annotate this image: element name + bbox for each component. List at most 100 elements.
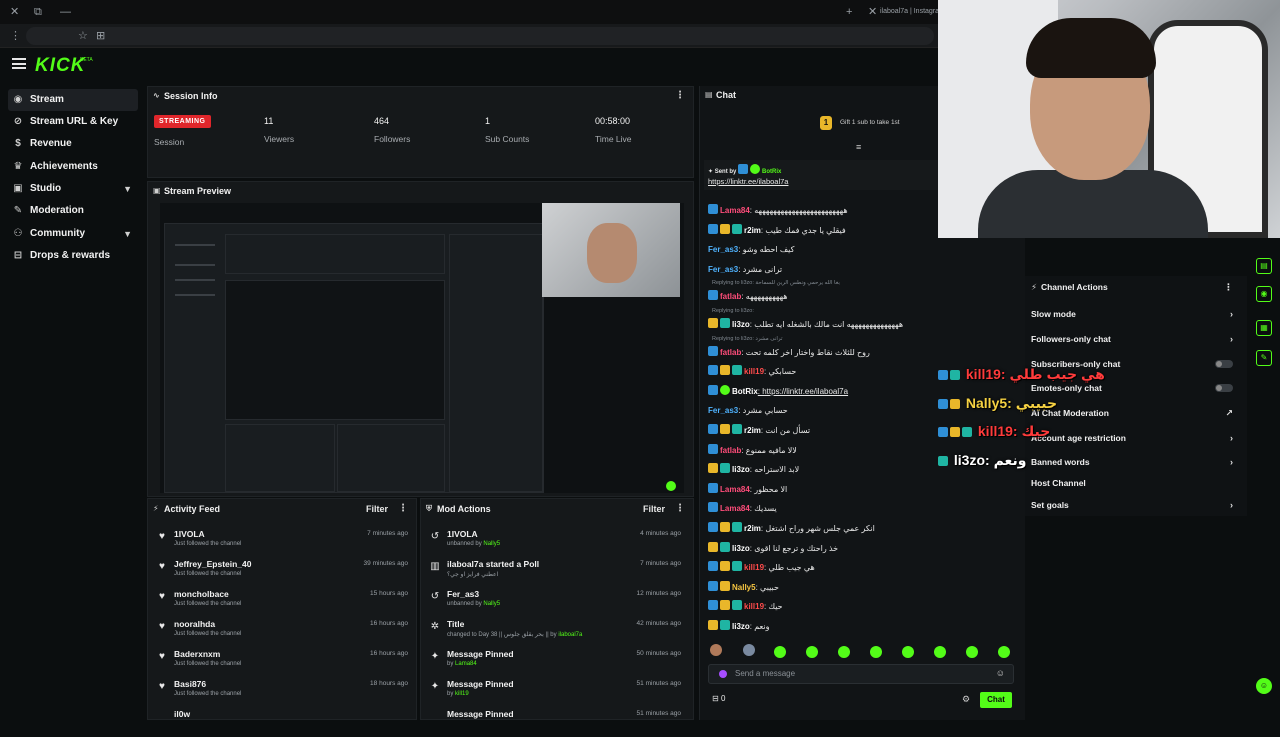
toggle-switch[interactable] (1215, 384, 1233, 392)
sidebar-item-stream[interactable]: ◉ Stream (8, 89, 138, 111)
chat-username[interactable]: r2im (744, 226, 761, 235)
mod-item[interactable]: ✦ Message Pinned by Lama84 50 minutes ago (421, 647, 691, 677)
mod-item[interactable]: ↺ Fer_as3 unbanned by Nally5 12 minutes ago (421, 587, 691, 617)
emote-icon[interactable] (806, 646, 818, 658)
sidebar-item-stream-url[interactable]: ⊘ Stream URL & Key (8, 111, 138, 133)
activity-item[interactable]: ♥ moncholbace Just followed the channel 15 … (148, 587, 418, 617)
pinned-link[interactable]: https://linktr.ee/ilaboal7a (708, 177, 788, 186)
star-icon[interactable]: ☆ (78, 24, 88, 48)
host-channel-item[interactable]: Host Channel (1031, 472, 1241, 494)
set-goals-item[interactable]: Set goals › (1031, 494, 1241, 516)
chat-username[interactable]: fatlab (720, 446, 741, 455)
extension-icon[interactable]: ⊞ (96, 24, 105, 48)
emote-icon[interactable] (934, 646, 946, 658)
chat-username[interactable]: li3zo (732, 622, 750, 631)
chat-username[interactable]: kill19 (744, 602, 764, 611)
emote-icon[interactable] (838, 646, 850, 658)
sidebar-item-revenue[interactable]: $ Revenue (8, 133, 138, 155)
chat-message[interactable]: Fer_as3: كيف احطه وشو (708, 242, 1018, 258)
chat-username[interactable]: Fer_as3 (708, 406, 738, 415)
chat-username[interactable]: li3zo (732, 465, 750, 474)
emoji-icon[interactable]: ☺ (996, 668, 1005, 678)
menu-dots-icon[interactable]: ⋮ (10, 24, 21, 48)
followers-only-item[interactable]: Followers-only chat › (1031, 328, 1241, 350)
chat-username[interactable]: Fer_as3 (708, 245, 738, 254)
chat-message[interactable]: fatlab: روح للثلاث نقاط واختار اخر كلمه … (708, 345, 1018, 361)
filter-button[interactable]: Filter (366, 499, 388, 519)
sidebar-item-drops[interactable]: ⊟ Drops & rewards (8, 245, 138, 267)
activity-item[interactable]: ♥ Jeffrey_Epstein_40 Just followed the cha… (148, 557, 418, 587)
layout-tool-icon[interactable]: ▦ (1256, 320, 1272, 336)
activity-item[interactable]: ♥ Baderxnxm Just followed the channel 16 ho… (148, 647, 418, 677)
kebab-menu-icon[interactable]: ⋮ (675, 87, 685, 105)
pinned-collapse-icon[interactable]: ≡ (856, 142, 861, 152)
ai-moderation-item[interactable]: AI Chat Moderation ↗ (1031, 402, 1241, 424)
browser-tab-title[interactable]: ilaboal7a | Instagram (880, 0, 945, 24)
gift-banner[interactable]: Gift 1 sub to take 1st (840, 119, 900, 126)
slow-mode-item[interactable]: Slow mode › (1031, 303, 1241, 325)
activity-item[interactable]: ♥ 1IVOLA Just followed the channel 7 minute… (148, 527, 418, 557)
chat-username[interactable]: Lama84 (720, 206, 750, 215)
chat-username[interactable]: r2im (744, 524, 761, 533)
chat-username[interactable]: r2im (744, 426, 761, 435)
chat-username[interactable]: li3zo (732, 544, 750, 553)
chat-tool-icon[interactable]: ▤ (1256, 258, 1272, 274)
sidebar-item-moderation[interactable]: ✎ Moderation (8, 200, 138, 222)
close-icon[interactable]: ✕ (10, 0, 19, 24)
activity-item[interactable]: ♥ nooralhda Just followed the channel 16 ho… (148, 617, 418, 647)
toggle-switch[interactable] (1215, 360, 1233, 368)
mod-item[interactable]: Message Pinned 51 minutes ago (421, 707, 691, 737)
activity-item[interactable]: ♥ Basi876 Just followed the channel 18 hour… (148, 677, 418, 707)
emote-icon[interactable] (998, 646, 1010, 658)
mod-item[interactable]: ▥ ilaboal7a started a Poll اعطني فرايز او … (421, 557, 691, 587)
account-age-item[interactable]: Account age restriction › (1031, 427, 1241, 449)
sidebar-item-achievements[interactable]: ♛ Achievements (8, 156, 138, 178)
chat-message[interactable]: kill19: حيك (708, 599, 1018, 615)
sidebar-item-studio[interactable]: ▣ Studio ▼ (8, 178, 138, 200)
chat-username[interactable]: kill19 (744, 563, 764, 572)
mod-item[interactable]: ✦ Message Pinned by kill19 51 minutes ago (421, 677, 691, 707)
chat-username[interactable]: fatlab (720, 348, 741, 357)
mod-item[interactable]: ↺ 1IVOLA unbanned by Nally5 4 minutes ago (421, 527, 691, 557)
kick-logo[interactable]: KICK (35, 55, 85, 77)
emote-icon[interactable] (966, 646, 978, 658)
chat-username[interactable]: Nally5 (732, 583, 756, 592)
chat-message[interactable]: li3zo: خذ راحتك و ترجع لنا اقوى (708, 541, 1018, 557)
chat-message[interactable]: kill19: هي جيب طلي (708, 560, 1018, 576)
chat-input[interactable]: Send a message ☺ (708, 664, 1014, 684)
restore-icon[interactable]: ⧉ (34, 0, 42, 24)
kebab-menu-icon[interactable]: ⋮ (1224, 276, 1233, 298)
chat-message[interactable]: li3zo: ونعم (708, 619, 1018, 635)
wrench-tool-icon[interactable]: ✎ (1256, 350, 1272, 366)
kebab-menu-icon[interactable]: ⋮ (675, 499, 685, 519)
chat-message[interactable]: r2im: انكر عمي جلس شهر وراح اشتغل (708, 521, 1018, 537)
chat-username[interactable]: BotRix (732, 387, 758, 396)
emote-icon[interactable] (774, 646, 786, 658)
chat-message[interactable]: Lama84: يسديك (708, 501, 1018, 517)
emote-icon[interactable] (870, 646, 882, 658)
chat-message[interactable]: Fer_as3: ترانى مشرد (708, 262, 1018, 278)
gear-icon[interactable]: ⚙ (962, 694, 970, 705)
chat-message[interactable]: fatlab: ههههههههههه (708, 289, 1018, 305)
activity-item[interactable]: il0w (148, 707, 418, 737)
stream-preview-video[interactable] (160, 203, 684, 493)
avatar[interactable] (710, 644, 722, 656)
chat-username[interactable]: kill19 (744, 367, 764, 376)
sidebar-item-community[interactable]: ⚇ Community ▼ (8, 223, 138, 245)
help-chat-icon[interactable]: ☺ (1256, 678, 1272, 694)
chat-message[interactable]: Nally5: حبيبي (708, 580, 1018, 596)
chat-username[interactable]: Lama84 (720, 504, 750, 513)
chat-message[interactable]: li3zo: ههههههههههههههه انت مالك بالشغله … (708, 317, 1018, 333)
chat-username[interactable]: Fer_as3 (708, 265, 738, 274)
new-tab-icon[interactable]: + (846, 0, 852, 24)
pinned-message[interactable]: ✦ Sent by BotRix https://linktr.ee/ilabo… (704, 160, 944, 190)
broadcast-tool-icon[interactable]: ◉ (1256, 286, 1272, 302)
avatar[interactable] (743, 644, 755, 656)
filter-button[interactable]: Filter (643, 499, 665, 519)
chat-username[interactable]: fatlab (720, 292, 741, 301)
chat-message[interactable]: Lama84: الا محظور (708, 482, 1018, 498)
chat-username[interactable]: li3zo (732, 320, 750, 329)
banned-words-item[interactable]: Banned words › (1031, 451, 1241, 473)
hamburger-menu-icon[interactable] (12, 58, 26, 69)
tab-close-icon[interactable]: ✕ (868, 0, 877, 24)
